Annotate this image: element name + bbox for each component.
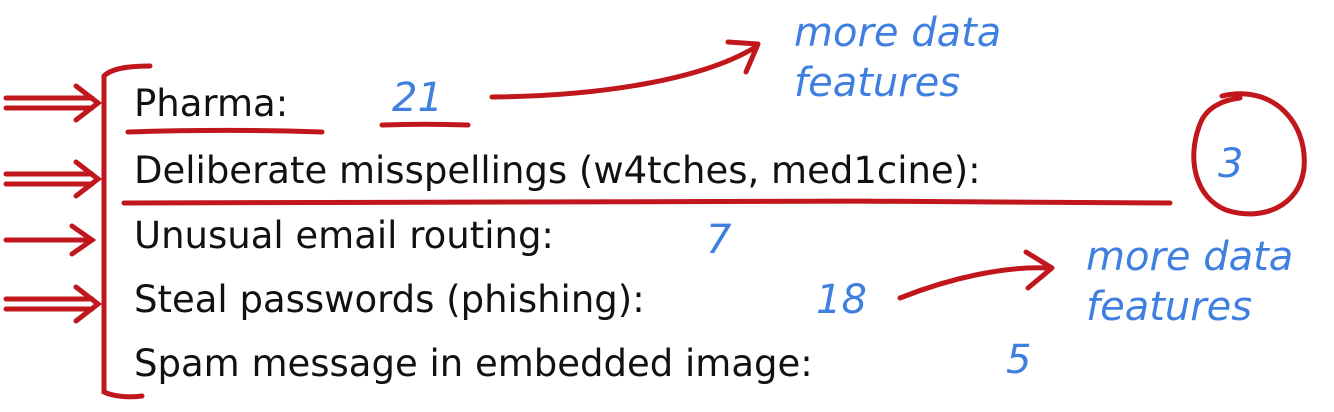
curved-arrow-bottom <box>897 265 1051 301</box>
spam-features-slide: Pharma: Deliberate misspellings (w4tches… <box>0 0 1334 412</box>
count-misspellings: 3 <box>1218 141 1244 187</box>
row-label-embedded-image: Spam message in embedded image: <box>134 342 813 385</box>
double-arrow-row-pharma <box>3 83 103 123</box>
underline-misspellings <box>121 198 1173 206</box>
note-bottom-line2: features <box>1086 284 1253 330</box>
row-label-routing: Unusual email routing: <box>134 214 554 257</box>
underline-pharma <box>125 128 325 135</box>
double-arrow-row-misspellings <box>3 159 103 199</box>
double-arrow-row-phishing <box>3 284 103 324</box>
underline-count-21 <box>379 121 471 128</box>
circle-around-count-3 <box>1191 91 1307 217</box>
count-embedded-image: 5 <box>1006 337 1032 383</box>
count-routing: 7 <box>706 217 732 263</box>
count-phishing: 18 <box>816 277 867 323</box>
arrow-row-routing <box>3 223 97 257</box>
row-label-pharma: Pharma: <box>134 82 289 125</box>
note-top-line2: features <box>794 60 961 106</box>
note-bottom-line1: more data <box>1086 234 1294 280</box>
note-top-line1: more data <box>794 10 1002 56</box>
row-label-phishing: Steal passwords (phishing): <box>134 278 645 321</box>
curved-arrow-top <box>489 45 757 100</box>
row-label-misspellings: Deliberate misspellings (w4tches, med1ci… <box>134 149 981 192</box>
count-pharma: 21 <box>392 75 443 121</box>
